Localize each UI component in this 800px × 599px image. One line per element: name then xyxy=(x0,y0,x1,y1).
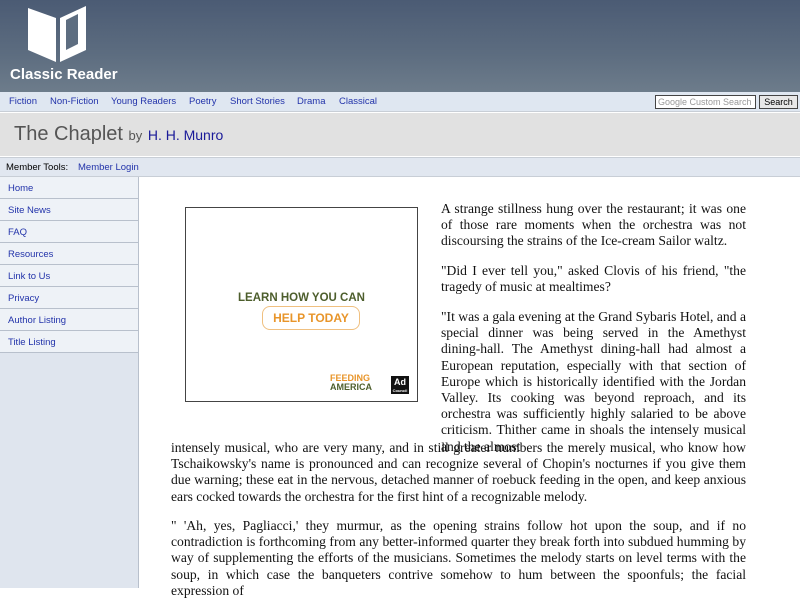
paragraph: "It was a gala evening at the Grand Syba… xyxy=(441,309,746,454)
member-tools-bar: Member Tools: Member Login xyxy=(0,157,800,177)
advertisement[interactable]: LEARN HOW YOU CAN HELP TODAY FEEDING AMER… xyxy=(185,207,418,402)
paragraph: "Did I ever tell you," asked Clovis of h… xyxy=(441,263,746,295)
ad-council-logo: Ad Council xyxy=(391,376,409,394)
author-link[interactable]: H. H. Munro xyxy=(148,127,223,143)
sidebar-item-resources[interactable]: Resources xyxy=(0,243,138,265)
ad-headline: LEARN HOW YOU CAN xyxy=(238,292,365,304)
sidebar-item-privacy[interactable]: Privacy xyxy=(0,287,138,309)
nav-classical[interactable]: Classical xyxy=(339,96,377,107)
nav-young-readers[interactable]: Young Readers xyxy=(111,96,176,107)
ad-help-button[interactable]: HELP TODAY xyxy=(262,306,360,330)
site-name[interactable]: Classic Reader xyxy=(10,66,118,83)
nav-fiction[interactable]: Fiction xyxy=(9,96,37,107)
search-input[interactable]: Google Custom Search xyxy=(655,95,756,109)
member-login-link[interactable]: Member Login xyxy=(78,162,139,173)
paragraph: intensely musical, who are very many, an… xyxy=(171,440,746,504)
page-title: The Chaplet by H. H. Munro xyxy=(14,123,223,146)
by-label: by xyxy=(128,128,143,143)
paragraph: " 'Ah, yes, Pagliacci,' they murmur, as … xyxy=(171,518,746,598)
nav-drama[interactable]: Drama xyxy=(297,96,326,107)
book-logo-icon[interactable] xyxy=(26,4,90,64)
sidebar-item-site-news[interactable]: Site News xyxy=(0,199,138,221)
sidebar-item-home[interactable]: Home xyxy=(0,177,138,199)
search-button[interactable]: Search xyxy=(759,95,798,109)
feeding-america-logo: FEEDING AMERICA xyxy=(330,373,372,392)
nav-poetry[interactable]: Poetry xyxy=(189,96,216,107)
member-tools-label: Member Tools: xyxy=(6,162,69,173)
paragraph: A strange stillness hung over the restau… xyxy=(441,201,746,249)
sidebar-item-faq[interactable]: FAQ xyxy=(0,221,138,243)
book-title: The Chaplet xyxy=(14,123,123,145)
sidebar-item-title-listing[interactable]: Title Listing xyxy=(0,331,138,353)
title-bar: The Chaplet by H. H. Munro xyxy=(0,113,800,156)
sidebar-item-author-listing[interactable]: Author Listing xyxy=(0,309,138,331)
nav-non-fiction[interactable]: Non-Fiction xyxy=(50,96,99,107)
sidebar: Home Site News FAQ Resources Link to Us … xyxy=(0,177,139,588)
sidebar-item-link-to-us[interactable]: Link to Us xyxy=(0,265,138,287)
nav-short-stories[interactable]: Short Stories xyxy=(230,96,285,107)
site-header: Classic Reader xyxy=(0,0,800,92)
